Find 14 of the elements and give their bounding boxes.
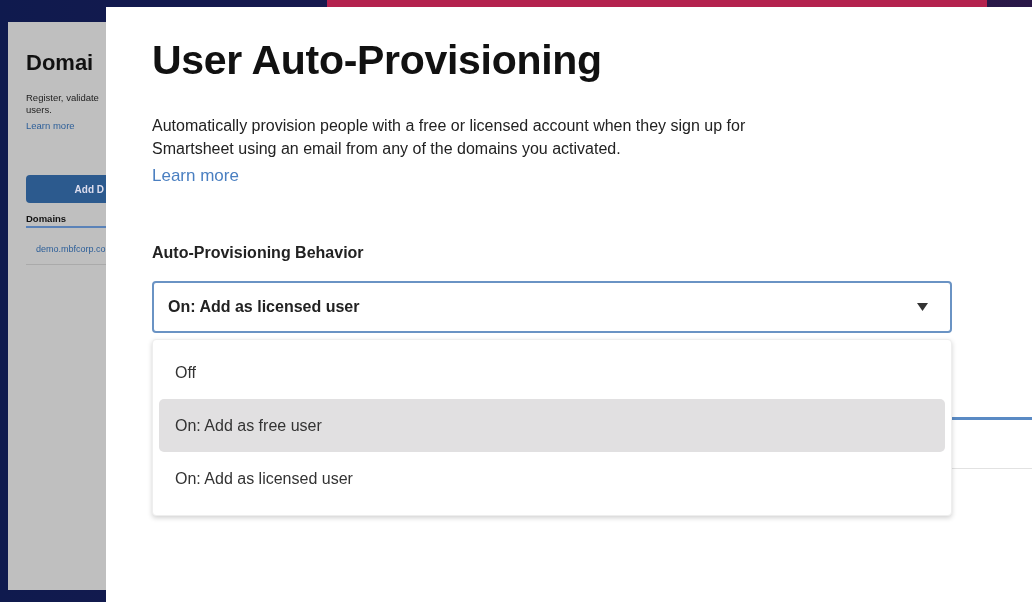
panel-title: User Auto-Provisioning: [152, 37, 603, 84]
dropdown-option[interactable]: On: Add as licensed user: [159, 452, 945, 505]
behavior-dropdown[interactable]: On: Add as licensed user: [152, 281, 952, 333]
description-text: users.: [26, 104, 53, 116]
dropdown-value: On: Add as licensed user: [168, 298, 360, 316]
description-text: Register, validate: [26, 92, 100, 104]
learn-more-link[interactable]: Learn more: [26, 120, 106, 131]
field-label: Auto-Provisioning Behavior: [152, 244, 365, 262]
add-domain-button[interactable]: Add D: [26, 175, 106, 203]
dropdown-option[interactable]: Off: [159, 346, 945, 399]
learn-more-link[interactable]: Learn more: [152, 166, 239, 186]
page-title: Domai: [26, 50, 95, 76]
dropdown-option[interactable]: On: Add as free user: [159, 399, 945, 452]
description-text: Automatically provision people with a free or licensed account when they sign up for Smartsheet using an email from any of the domains you activated.: [152, 116, 747, 159]
